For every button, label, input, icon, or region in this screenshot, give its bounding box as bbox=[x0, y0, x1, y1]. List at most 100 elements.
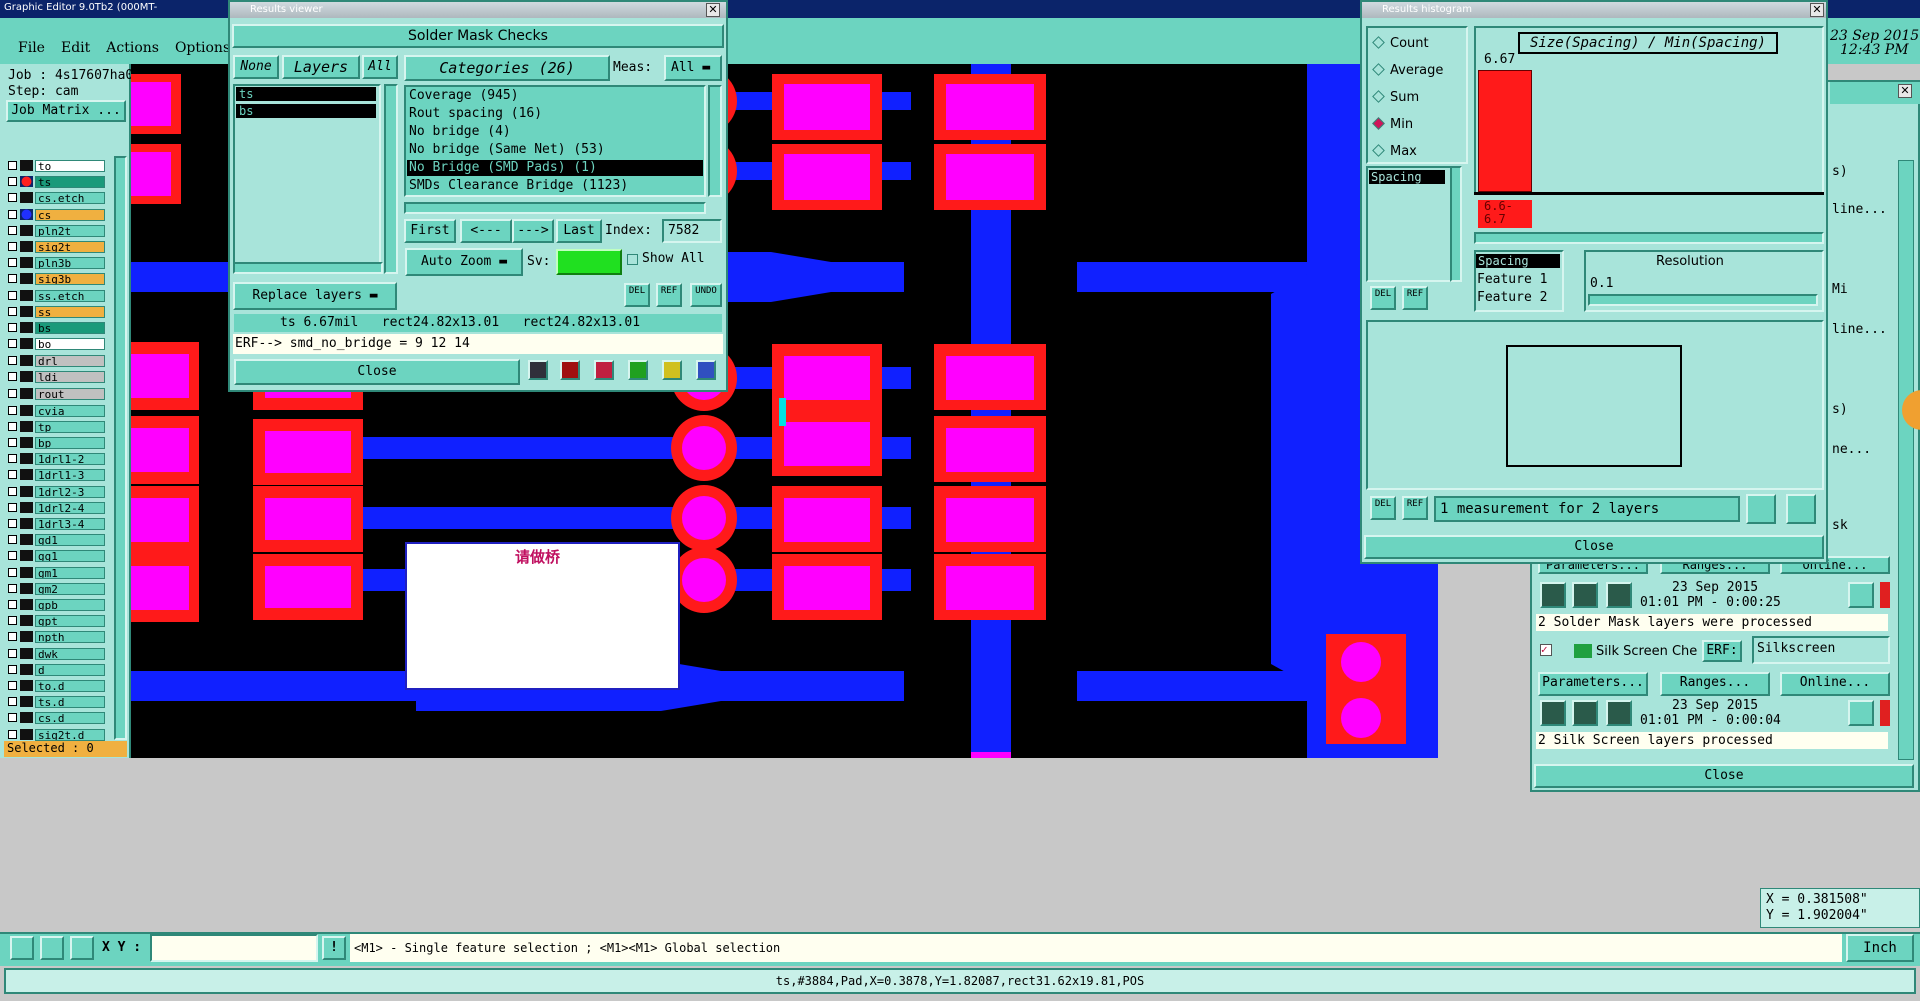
viewer-tool-icon-2[interactable] bbox=[560, 360, 580, 380]
layer-row[interactable]: 1drl2-3 bbox=[8, 485, 105, 498]
layer-color-swatch[interactable] bbox=[20, 405, 33, 416]
layer-color-swatch[interactable] bbox=[20, 599, 33, 610]
layer-row[interactable]: gd1 bbox=[8, 533, 105, 546]
layer-row[interactable]: bo bbox=[8, 337, 105, 350]
parameters-button-2[interactable]: Parameters... bbox=[1538, 672, 1648, 696]
viewer-layer-scroll[interactable] bbox=[384, 84, 398, 274]
layer-color-swatch[interactable] bbox=[20, 241, 33, 252]
layer-checkbox[interactable] bbox=[8, 470, 17, 479]
layer-row[interactable]: bs bbox=[8, 321, 105, 334]
tool-icon-measure[interactable] bbox=[40, 936, 64, 960]
first-button[interactable]: First bbox=[404, 219, 456, 243]
layer-checkbox[interactable] bbox=[8, 356, 17, 365]
layer-color-swatch[interactable] bbox=[20, 567, 33, 578]
layer-checkbox[interactable] bbox=[8, 242, 17, 251]
layer-checkbox[interactable] bbox=[8, 161, 17, 170]
layer-checkbox[interactable] bbox=[8, 730, 17, 739]
layer-checkbox[interactable] bbox=[8, 503, 17, 512]
viewer-tool-icon-4[interactable] bbox=[628, 360, 648, 380]
layer-color-swatch[interactable] bbox=[20, 371, 33, 382]
layer-color-swatch[interactable] bbox=[20, 355, 33, 366]
layer-color-swatch[interactable] bbox=[20, 631, 33, 642]
layers-button[interactable]: Layers bbox=[282, 55, 360, 79]
categories-button[interactable]: Categories (26) bbox=[404, 55, 610, 81]
layer-row[interactable]: tp bbox=[8, 420, 105, 433]
category-item[interactable]: No bridge (4) bbox=[407, 124, 703, 140]
layer-checkbox[interactable] bbox=[8, 210, 17, 219]
units-button[interactable]: Inch bbox=[1846, 934, 1914, 962]
layer-checkbox[interactable] bbox=[8, 681, 17, 690]
layer-row[interactable]: gg1 bbox=[8, 549, 105, 562]
layer-checkbox[interactable] bbox=[8, 274, 17, 283]
menu-file[interactable]: File bbox=[18, 40, 45, 56]
export-icon-1[interactable] bbox=[1746, 494, 1776, 524]
hist-ref-button[interactable]: REF bbox=[1402, 286, 1428, 310]
resolution-slider[interactable] bbox=[1588, 294, 1818, 306]
layer-checkbox[interactable] bbox=[8, 616, 17, 625]
layer-row[interactable]: cs.etch bbox=[8, 191, 105, 204]
layer-row[interactable]: 1drl3-4 bbox=[8, 517, 105, 530]
last-button[interactable]: Last bbox=[556, 219, 602, 243]
layer-row[interactable]: 1drl2-4 bbox=[8, 501, 105, 514]
layer-row[interactable]: rout bbox=[8, 387, 105, 400]
layer-checkbox[interactable] bbox=[8, 438, 17, 447]
viewer-close-button[interactable]: Close bbox=[234, 359, 520, 385]
index-input[interactable]: 7582 bbox=[662, 219, 722, 243]
layer-color-swatch[interactable] bbox=[20, 729, 33, 740]
layer-row[interactable]: bp bbox=[8, 436, 105, 449]
ref-button[interactable]: REF bbox=[656, 283, 682, 307]
layer-color-swatch[interactable] bbox=[20, 583, 33, 594]
hist-ref-button-2[interactable]: REF bbox=[1402, 496, 1428, 520]
results-viewer-close-icon[interactable]: ✕ bbox=[706, 3, 720, 17]
replace-layers-button[interactable]: Replace layers ▬ bbox=[233, 282, 397, 310]
viewer-tool-icon-1[interactable] bbox=[528, 360, 548, 380]
histogram-close-icon[interactable]: ✕ bbox=[1810, 3, 1824, 17]
silk-erf-value[interactable]: Silkscreen bbox=[1752, 636, 1890, 664]
next-button[interactable]: ---> bbox=[512, 219, 554, 243]
layer-row[interactable]: gm1 bbox=[8, 566, 105, 579]
layer-row[interactable]: ss.etch bbox=[8, 289, 105, 302]
layer-row[interactable]: pln3b bbox=[8, 256, 105, 269]
layer-row[interactable]: sig3b bbox=[8, 272, 105, 285]
layer-checkbox[interactable] bbox=[8, 193, 17, 202]
category-scroll[interactable] bbox=[708, 85, 722, 197]
layer-color-swatch[interactable] bbox=[20, 518, 33, 529]
layer-row[interactable]: ss bbox=[8, 305, 105, 318]
layer-color-swatch[interactable] bbox=[20, 273, 33, 284]
layer-color-swatch[interactable] bbox=[20, 322, 33, 333]
layer-row[interactable]: cs.d bbox=[8, 711, 105, 724]
layer-checkbox[interactable] bbox=[8, 649, 17, 658]
run-icon-2a[interactable] bbox=[1540, 700, 1566, 726]
layer-row[interactable]: d bbox=[8, 663, 105, 676]
layer-color-swatch[interactable] bbox=[20, 421, 33, 432]
layer-color-swatch[interactable] bbox=[20, 453, 33, 464]
layer-color-swatch[interactable] bbox=[20, 388, 33, 399]
layer-row[interactable]: 1drl1-2 bbox=[8, 452, 105, 465]
layer-checkbox[interactable] bbox=[8, 568, 17, 577]
layer-checkbox[interactable] bbox=[8, 665, 17, 674]
tool-icon-select[interactable] bbox=[10, 936, 34, 960]
undo-button[interactable]: UNDO bbox=[690, 283, 722, 307]
layer-checkbox[interactable] bbox=[8, 291, 17, 300]
feature-1-item[interactable]: Feature 1 bbox=[1477, 272, 1547, 287]
category-item[interactable]: SMDs Clearance Bridge (1123) bbox=[407, 178, 703, 194]
layer-row[interactable]: dwk bbox=[8, 647, 105, 660]
layer-checkbox[interactable] bbox=[8, 307, 17, 316]
layer-checkbox[interactable] bbox=[8, 713, 17, 722]
layer-checkbox[interactable] bbox=[8, 454, 17, 463]
layer-color-swatch[interactable] bbox=[20, 257, 33, 268]
job-matrix-button[interactable]: Job Matrix ... bbox=[6, 100, 126, 122]
layer-row[interactable]: gpt bbox=[8, 614, 105, 627]
layer-row[interactable]: to bbox=[8, 159, 105, 172]
layer-item-ts[interactable]: ts bbox=[236, 87, 376, 101]
layer-row[interactable]: sig2t.d bbox=[8, 728, 105, 741]
type-list-scroll[interactable] bbox=[1450, 166, 1462, 282]
export-icon-2[interactable] bbox=[1786, 494, 1816, 524]
layer-checkbox[interactable] bbox=[8, 258, 17, 267]
prev-button[interactable]: <--- bbox=[460, 219, 512, 243]
histogram-hscroll[interactable] bbox=[1474, 232, 1824, 244]
layer-row[interactable]: pln2t bbox=[8, 224, 105, 237]
checklist-close-icon[interactable]: ✕ bbox=[1898, 84, 1912, 98]
layer-row[interactable]: to.d bbox=[8, 679, 105, 692]
layer-color-swatch[interactable] bbox=[20, 712, 33, 723]
